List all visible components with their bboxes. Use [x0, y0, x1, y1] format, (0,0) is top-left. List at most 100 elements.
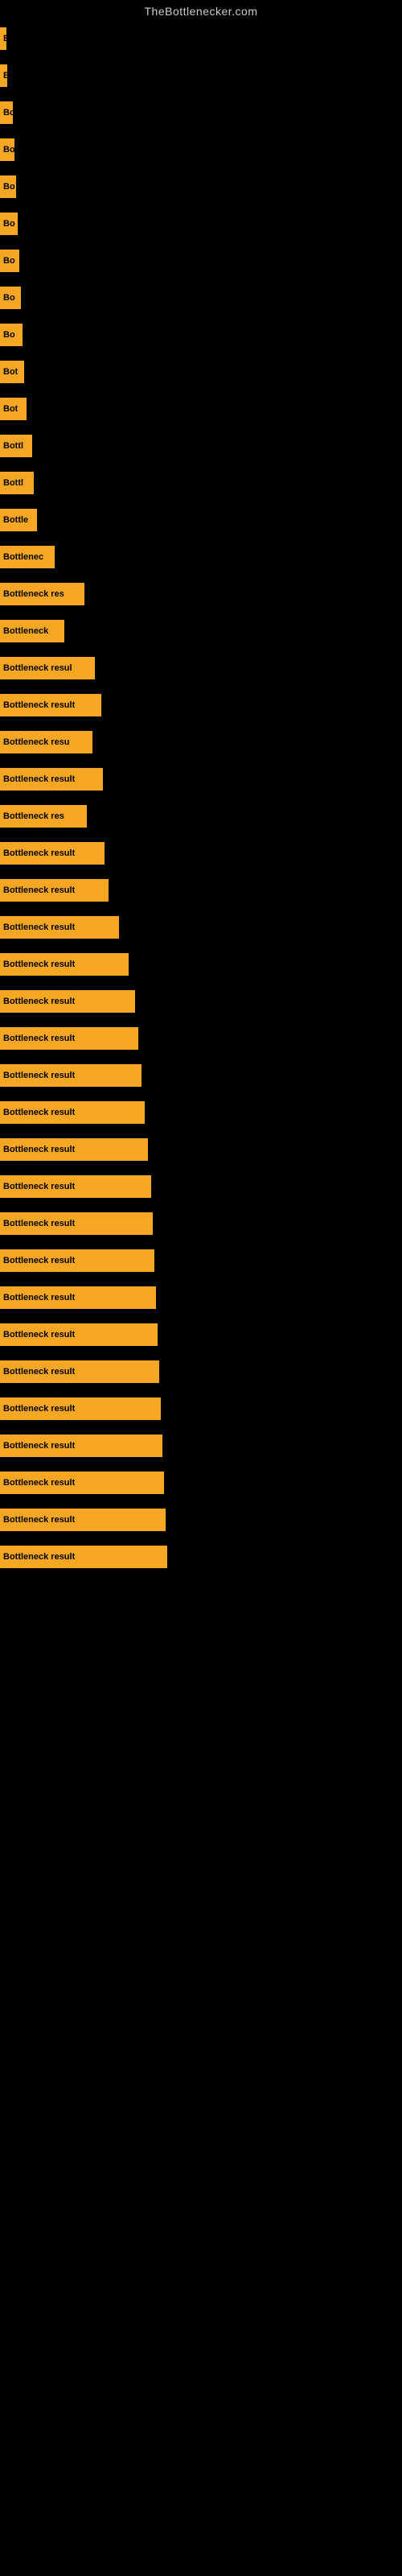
bar-row-11: Bottl: [0, 428, 402, 464]
bar-label-0: B: [3, 34, 6, 43]
bar-10: Bot: [0, 398, 27, 420]
site-title: TheBottlenecker.com: [0, 0, 402, 21]
bar-30: Bottleneck result: [0, 1138, 148, 1161]
bar-label-19: Bottleneck resu: [3, 737, 70, 747]
bar-21: Bottleneck res: [0, 805, 87, 828]
bar-row-36: Bottleneck result: [0, 1354, 402, 1389]
bar-32: Bottleneck result: [0, 1212, 153, 1235]
bar-26: Bottleneck result: [0, 990, 135, 1013]
bar-6: Bo: [0, 250, 19, 272]
bar-row-40: Bottleneck result: [0, 1502, 402, 1538]
bar-row-2: Bo: [0, 95, 402, 130]
bar-row-23: Bottleneck result: [0, 873, 402, 908]
bar-34: Bottleneck result: [0, 1286, 156, 1309]
bar-33: Bottleneck result: [0, 1249, 154, 1272]
bar-row-35: Bottleneck result: [0, 1317, 402, 1352]
bar-label-21: Bottleneck res: [3, 811, 64, 821]
bar-row-38: Bottleneck result: [0, 1428, 402, 1463]
bar-row-28: Bottleneck result: [0, 1058, 402, 1093]
bar-row-3: Bo: [0, 132, 402, 167]
bar-29: Bottleneck result: [0, 1101, 145, 1124]
bar-label-10: Bot: [3, 404, 18, 414]
bar-label-18: Bottleneck result: [3, 700, 75, 710]
bar-row-8: Bo: [0, 317, 402, 353]
bar-label-37: Bottleneck result: [3, 1404, 75, 1414]
bar-row-7: Bo: [0, 280, 402, 316]
bar-row-16: Bottleneck: [0, 613, 402, 649]
bar-27: Bottleneck result: [0, 1027, 138, 1050]
bar-row-15: Bottleneck res: [0, 576, 402, 612]
bar-17: Bottleneck resul: [0, 657, 95, 679]
bar-18: Bottleneck result: [0, 694, 101, 716]
bar-row-41: Bottleneck result: [0, 1539, 402, 1575]
bar-8: Bo: [0, 324, 23, 346]
bar-label-12: Bottl: [3, 478, 23, 488]
bar-16: Bottleneck: [0, 620, 64, 642]
bar-25: Bottleneck result: [0, 953, 129, 976]
bar-row-17: Bottleneck resul: [0, 650, 402, 686]
bar-row-29: Bottleneck result: [0, 1095, 402, 1130]
bar-label-22: Bottleneck result: [3, 848, 75, 858]
bar-label-33: Bottleneck result: [3, 1256, 75, 1265]
bar-row-22: Bottleneck result: [0, 836, 402, 871]
bar-35: Bottleneck result: [0, 1323, 158, 1346]
bar-0: B: [0, 27, 6, 50]
bar-row-14: Bottlenec: [0, 539, 402, 575]
bar-row-10: Bot: [0, 391, 402, 427]
bar-label-31: Bottleneck result: [3, 1182, 75, 1191]
bar-row-5: Bo: [0, 206, 402, 242]
bar-label-32: Bottleneck result: [3, 1219, 75, 1228]
bar-row-12: Bottl: [0, 465, 402, 501]
bar-label-1: B: [3, 71, 7, 80]
bar-label-14: Bottlenec: [3, 552, 43, 562]
bar-15: Bottleneck res: [0, 583, 84, 605]
bar-4: Bo: [0, 175, 16, 198]
bar-5: Bo: [0, 213, 18, 235]
bar-row-13: Bottle: [0, 502, 402, 538]
bar-label-2: Bo: [3, 108, 13, 118]
bar-row-27: Bottleneck result: [0, 1021, 402, 1056]
bar-label-28: Bottleneck result: [3, 1071, 75, 1080]
bar-row-32: Bottleneck result: [0, 1206, 402, 1241]
bar-19: Bottleneck resu: [0, 731, 92, 753]
bar-label-36: Bottleneck result: [3, 1367, 75, 1377]
bar-13: Bottle: [0, 509, 37, 531]
bar-label-38: Bottleneck result: [3, 1441, 75, 1451]
bar-label-34: Bottleneck result: [3, 1293, 75, 1302]
bar-row-39: Bottleneck result: [0, 1465, 402, 1501]
bar-label-4: Bo: [3, 182, 15, 192]
bar-label-41: Bottleneck result: [3, 1552, 75, 1562]
bar-row-18: Bottleneck result: [0, 687, 402, 723]
bar-label-26: Bottleneck result: [3, 997, 75, 1006]
bar-row-25: Bottleneck result: [0, 947, 402, 982]
bar-3: Bo: [0, 138, 14, 161]
bar-label-7: Bo: [3, 293, 15, 303]
bar-label-16: Bottleneck: [3, 626, 48, 636]
bar-label-39: Bottleneck result: [3, 1478, 75, 1488]
bar-1: B: [0, 64, 7, 87]
bar-row-26: Bottleneck result: [0, 984, 402, 1019]
bar-28: Bottleneck result: [0, 1064, 142, 1087]
bar-row-1: B: [0, 58, 402, 93]
bar-row-19: Bottleneck resu: [0, 724, 402, 760]
bar-label-8: Bo: [3, 330, 15, 340]
bar-14: Bottlenec: [0, 546, 55, 568]
bar-label-17: Bottleneck resul: [3, 663, 72, 673]
bar-label-24: Bottleneck result: [3, 923, 75, 932]
bar-7: Bo: [0, 287, 21, 309]
bar-row-30: Bottleneck result: [0, 1132, 402, 1167]
bar-38: Bottleneck result: [0, 1435, 162, 1457]
bar-label-20: Bottleneck result: [3, 774, 75, 784]
bar-label-6: Bo: [3, 256, 15, 266]
bar-row-34: Bottleneck result: [0, 1280, 402, 1315]
bar-label-15: Bottleneck res: [3, 589, 64, 599]
bar-label-23: Bottleneck result: [3, 886, 75, 895]
bar-9: Bot: [0, 361, 24, 383]
bar-label-9: Bot: [3, 367, 18, 377]
bar-22: Bottleneck result: [0, 842, 105, 865]
bar-36: Bottleneck result: [0, 1360, 159, 1383]
bar-row-21: Bottleneck res: [0, 799, 402, 834]
bar-23: Bottleneck result: [0, 879, 109, 902]
bar-11: Bottl: [0, 435, 32, 457]
bar-40: Bottleneck result: [0, 1509, 166, 1531]
